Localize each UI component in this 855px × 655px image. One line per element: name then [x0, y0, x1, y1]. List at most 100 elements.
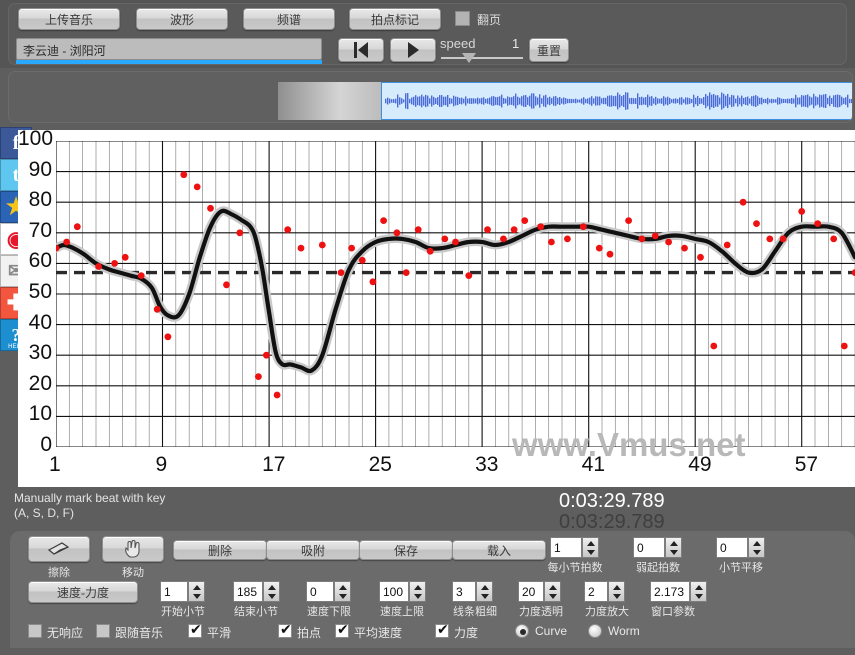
beats-per-bar-spinner-stepper[interactable] — [582, 537, 599, 558]
follow-music-checkbox[interactable] — [96, 624, 110, 638]
speed-slider-thumb[interactable] — [462, 53, 476, 63]
chevron-down-icon[interactable] — [691, 592, 706, 602]
move-tool-button[interactable] — [102, 536, 164, 562]
line-width-spinner[interactable]: 3 — [452, 581, 494, 602]
chevron-up-icon[interactable] — [749, 538, 764, 548]
chevron-down-icon[interactable] — [583, 548, 598, 558]
waveform-label: 波形 — [169, 12, 194, 27]
chevron-up-icon[interactable] — [264, 582, 279, 592]
window-param-spinner[interactable]: 2.173 — [650, 581, 708, 602]
chevron-down-icon[interactable] — [335, 592, 350, 602]
app-root: 上传音乐 波形 频谱 拍点标记 翻页 李云迪 - 浏阳河 speed 1 重置 — [0, 0, 855, 655]
y-tick-0: 0 — [40, 433, 52, 456]
end-bar-spinner[interactable]: 185 — [233, 581, 281, 602]
song-title-field[interactable]: 李云迪 - 浏阳河 — [16, 38, 322, 60]
worm-radio[interactable] — [588, 624, 602, 638]
snap-label: 吸附 — [300, 543, 325, 558]
line-width-spinner-value[interactable]: 3 — [452, 581, 476, 602]
pickup-beats-spinner-stepper[interactable] — [665, 537, 682, 558]
chevron-down-icon[interactable] — [545, 592, 560, 602]
line-width-spinner-stepper[interactable] — [476, 581, 493, 602]
chevron-up-icon[interactable] — [335, 582, 350, 592]
start-bar-spinner-stepper[interactable] — [188, 581, 205, 602]
dynamics-scale-spinner[interactable]: 2 — [584, 581, 626, 602]
line-width-spinner-caption: 线条粗细 — [453, 606, 497, 618]
dynamics-opacity-spinner[interactable]: 20 — [518, 581, 562, 602]
chevron-up-icon[interactable] — [666, 538, 681, 548]
save-button[interactable]: 保存 — [359, 540, 453, 560]
smooth-checkbox[interactable] — [188, 622, 202, 638]
window-param-spinner-stepper[interactable] — [690, 581, 707, 602]
start-bar-spinner[interactable]: 1 — [160, 581, 206, 602]
y-tick-40: 40 — [28, 310, 52, 334]
end-bar-spinner-value[interactable]: 185 — [233, 581, 263, 602]
bar-shift-spinner-stepper[interactable] — [748, 537, 765, 558]
skip-to-start-button[interactable] — [338, 38, 384, 62]
chevron-up-icon[interactable] — [189, 582, 204, 592]
waveform-button[interactable]: 波形 — [136, 8, 228, 30]
chevron-down-icon[interactable] — [477, 592, 492, 602]
waveform-scroll-area[interactable] — [8, 71, 853, 123]
no-response-checkbox[interactable] — [28, 624, 42, 638]
snap-button[interactable]: 吸附 — [266, 540, 360, 560]
reset-button[interactable]: 重置 — [529, 38, 569, 62]
upload-music-button[interactable]: 上传音乐 — [18, 8, 120, 30]
chevron-down-icon[interactable] — [264, 592, 279, 602]
dynamics-checkbox[interactable] — [435, 622, 449, 638]
chevron-down-icon[interactable] — [609, 592, 624, 602]
window-param-spinner-value[interactable]: 2.173 — [650, 581, 690, 602]
beats-per-bar-spinner-value[interactable]: 1 — [550, 537, 582, 558]
tempo-min-spinner-stepper[interactable] — [334, 581, 351, 602]
dynamics-opacity-spinner-value[interactable]: 20 — [518, 581, 544, 602]
tempo-dynamics-label: 速度-力度 — [57, 585, 109, 600]
chevron-down-icon[interactable] — [749, 548, 764, 558]
start-bar-spinner-value[interactable]: 1 — [160, 581, 188, 602]
chevron-down-icon[interactable] — [410, 592, 425, 602]
dynamics-scale-spinner-value[interactable]: 2 — [584, 581, 608, 602]
beats-checkbox[interactable] — [278, 622, 292, 638]
chevron-down-icon[interactable] — [189, 592, 204, 602]
beat-mark-button[interactable]: 拍点标记 — [349, 8, 441, 30]
tempo-min-spinner[interactable]: 0 — [306, 581, 352, 602]
bar-shift-spinner[interactable]: 0 — [716, 537, 766, 558]
bar-shift-spinner-value[interactable]: 0 — [716, 537, 748, 558]
tempo-chart-panel[interactable]: 0 10 20 30 40 50 60 70 80 90 100 1 9 17 25 33 41 49 57 ww… — [18, 127, 855, 487]
delete-button[interactable]: 删除 — [173, 540, 267, 560]
tempo-min-spinner-value[interactable]: 0 — [306, 581, 334, 602]
chevron-up-icon[interactable] — [609, 582, 624, 592]
flip-page-checkbox[interactable] — [455, 11, 470, 26]
save-label: 保存 — [393, 543, 418, 558]
play-button[interactable] — [390, 38, 436, 62]
curve-radio[interactable] — [515, 624, 529, 638]
chevron-up-icon[interactable] — [691, 582, 706, 592]
hint-line-2: (A, S, D, F) — [14, 506, 74, 520]
dynamics-scale-spinner-stepper[interactable] — [608, 581, 625, 602]
spectrum-label: 频谱 — [276, 12, 301, 27]
chevron-up-icon[interactable] — [545, 582, 560, 592]
average-tempo-checkbox[interactable] — [335, 622, 349, 638]
waveform-drag-handle[interactable] — [278, 82, 381, 120]
erase-tool-button[interactable] — [28, 536, 90, 562]
tempo-dynamics-button[interactable]: 速度-力度 — [28, 581, 138, 603]
waveform-selection[interactable] — [381, 82, 852, 120]
pickup-beats-spinner-value[interactable]: 0 — [633, 537, 665, 558]
spectrum-button[interactable]: 频谱 — [243, 8, 335, 30]
load-button[interactable]: 载入 — [452, 540, 546, 560]
pickup-beats-spinner[interactable]: 0 — [633, 537, 683, 558]
tempo-plot[interactable] — [56, 141, 855, 447]
chevron-up-icon[interactable] — [477, 582, 492, 592]
tempo-max-spinner[interactable]: 100 — [379, 581, 427, 602]
playback-progress-bar[interactable] — [16, 60, 322, 64]
end-bar-spinner-stepper[interactable] — [263, 581, 280, 602]
tempo-min-spinner-caption: 速度下限 — [307, 606, 351, 618]
speed-slider-track[interactable] — [441, 57, 523, 59]
tempo-max-spinner-stepper[interactable] — [409, 581, 426, 602]
beats-per-bar-spinner[interactable]: 1 — [550, 537, 600, 558]
chevron-down-icon[interactable] — [666, 548, 681, 558]
tempo-max-spinner-value[interactable]: 100 — [379, 581, 409, 602]
y-tick-60: 60 — [28, 249, 52, 273]
chevron-up-icon[interactable] — [410, 582, 425, 592]
chevron-up-icon[interactable] — [583, 538, 598, 548]
dynamics-opacity-spinner-stepper[interactable] — [544, 581, 561, 602]
x-tick-25: 25 — [368, 453, 392, 476]
